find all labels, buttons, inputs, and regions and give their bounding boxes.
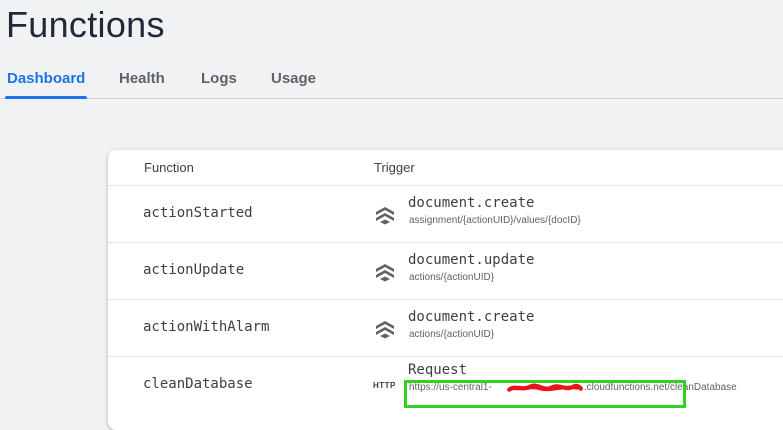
trigger-path: actions/{actionUID} [409,329,495,340]
trigger-column-header: Trigger [374,160,415,175]
tab-usage[interactable]: Usage [271,62,316,98]
function-name[interactable]: actionStarted [143,205,253,221]
firestore-trigger-icon [376,264,394,282]
function-column-header: Function [144,160,194,175]
firestore-trigger-icon [376,207,394,225]
trigger-path: actions/{actionUID} [409,272,495,283]
trigger-event: document.create [408,195,535,211]
function-name[interactable]: cleanDatabase [143,376,253,392]
function-name[interactable]: actionWithAlarm [143,319,269,335]
table-row[interactable]: actionUpdate document.update actions/{ac… [108,243,783,300]
page-title: Functions [6,4,165,45]
table-row[interactable]: actionStarted document.create assignment… [108,186,783,243]
tab-bar: Dashboard Health Logs Usage [0,62,783,99]
annotation-highlight-box [404,380,686,408]
table-row[interactable]: actionWithAlarm document.create actions/… [108,300,783,357]
trigger-event: document.update [408,252,535,268]
trigger-event: document.create [408,309,535,325]
http-trigger-icon: HTTP [373,381,396,390]
tab-logs[interactable]: Logs [201,62,237,98]
firestore-trigger-icon [376,321,394,339]
tab-health[interactable]: Health [119,62,165,98]
tab-dashboard[interactable]: Dashboard [4,62,88,99]
table-header: Function Trigger [108,150,783,186]
function-name[interactable]: actionUpdate [143,262,244,278]
trigger-event: Request [408,362,468,378]
trigger-path: assignment/{actionUID}/values/{docID} [409,215,581,226]
